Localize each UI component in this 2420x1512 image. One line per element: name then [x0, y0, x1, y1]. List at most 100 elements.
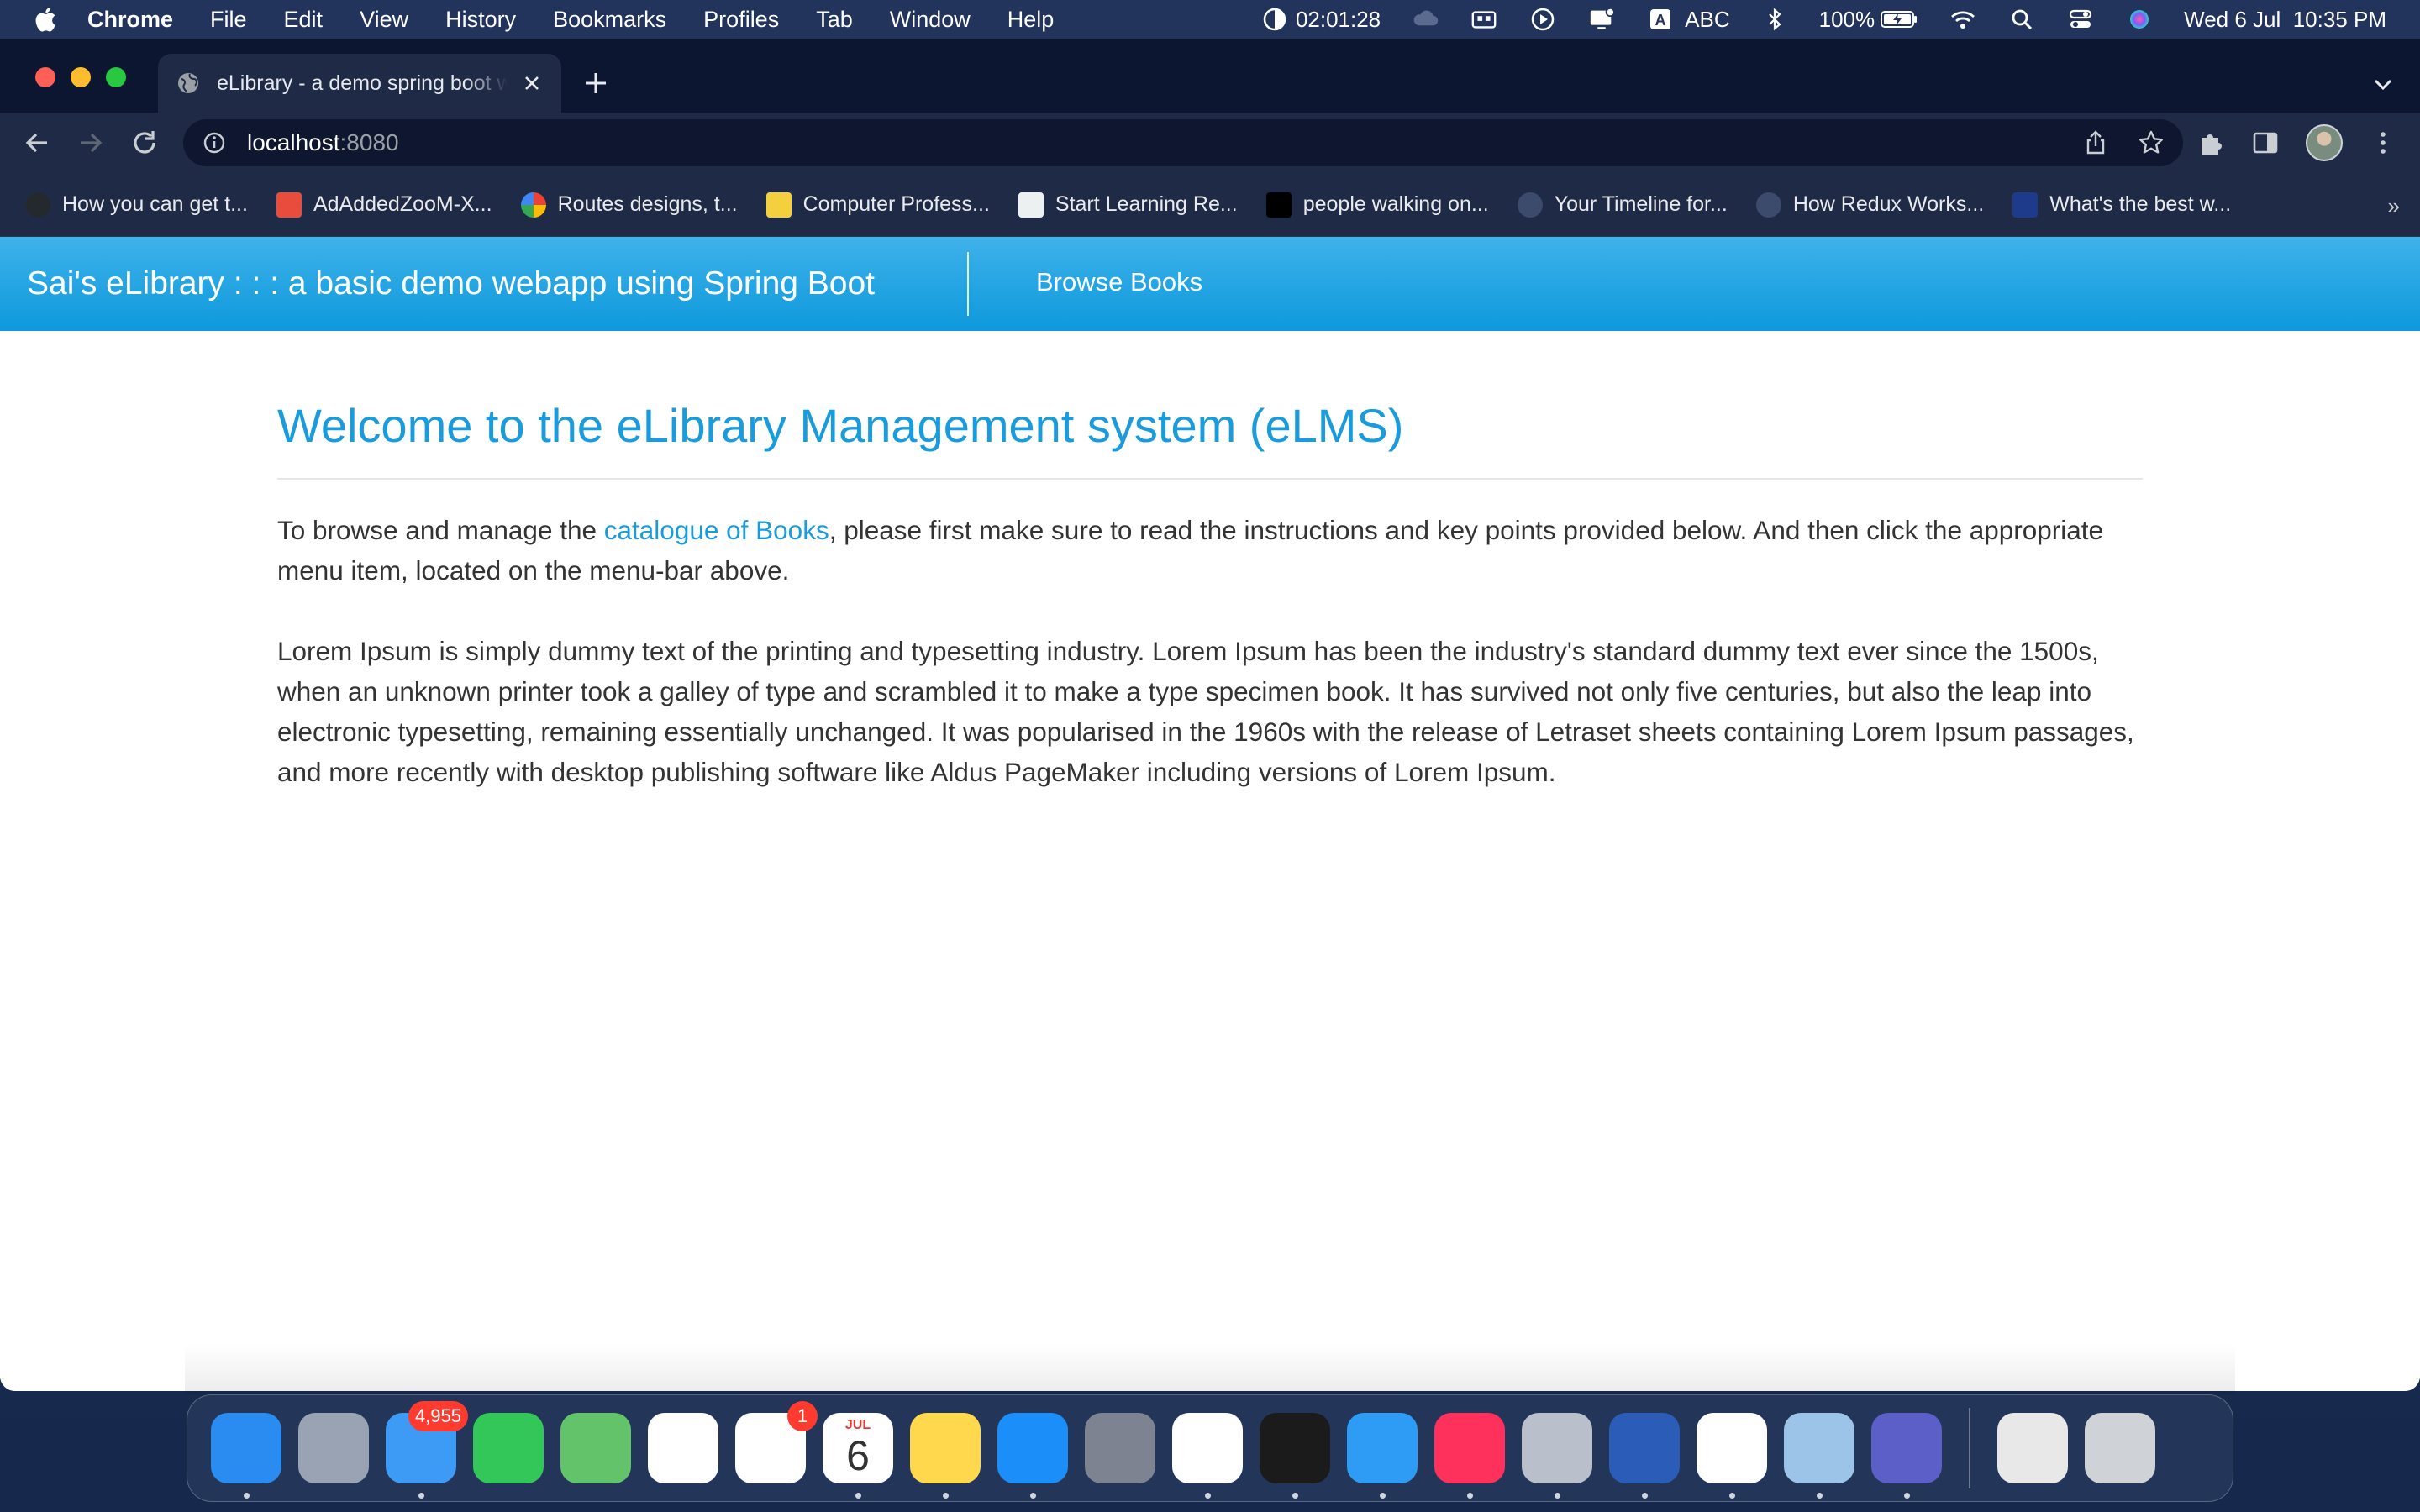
bookmark-item[interactable]: What's the best w... [2012, 192, 2231, 218]
tab-elibrary[interactable]: eLibrary - a demo spring boot w [158, 54, 561, 113]
apple-logo-icon[interactable] [32, 5, 57, 34]
browser-toolbar: localhost:8080 [0, 113, 2420, 173]
intellij-icon[interactable] [1434, 1413, 1505, 1499]
bookmark-item[interactable]: Routes designs, t... [520, 192, 738, 218]
bookmark-item[interactable]: AdAddedZooM-X... [276, 192, 492, 218]
finder-icon[interactable] [211, 1413, 281, 1499]
minimize-window-button[interactable] [71, 67, 91, 87]
site-brand-link[interactable]: Sai's eLibrary : : : a basic demo webapp… [27, 265, 875, 302]
menu-edit[interactable]: Edit [284, 7, 324, 33]
notes-icon[interactable] [910, 1413, 981, 1499]
bookmark-favicon [2012, 192, 2039, 218]
screen-recorder-icon[interactable] [1470, 7, 1498, 32]
share-icon[interactable] [2082, 129, 2109, 156]
siri-icon[interactable] [2125, 7, 2154, 32]
mail-icon[interactable]: 4,955 [386, 1401, 468, 1499]
launchpad-icon[interactable] [298, 1413, 369, 1483]
lorem-paragraph: Lorem Ipsum is simply dummy text of the … [277, 636, 2134, 787]
wifi-icon[interactable] [1949, 7, 1977, 32]
notification-display-icon[interactable] [1587, 7, 1616, 32]
cloud-icon[interactable] [1411, 7, 1439, 32]
input-source-label[interactable]: ABC [1685, 7, 1729, 33]
address-bar[interactable]: localhost:8080 [183, 119, 2183, 166]
menu-app-chrome[interactable]: Chrome [87, 7, 173, 33]
app-store-icon[interactable] [997, 1413, 1068, 1499]
globe-icon [178, 73, 198, 93]
reload-button[interactable] [128, 126, 161, 160]
reminders-icon[interactable]: 1 [735, 1401, 818, 1483]
menu-bookmarks[interactable]: Bookmarks [553, 7, 666, 33]
photos-icon[interactable] [648, 1413, 718, 1483]
zoom-window-button[interactable] [106, 67, 126, 87]
bookmarks-overflow-button[interactable]: » [2388, 193, 2400, 219]
menu-profiles[interactable]: Profiles [703, 7, 779, 33]
url-port: :8080 [339, 129, 399, 155]
menu-help[interactable]: Help [1007, 7, 1055, 33]
bookmark-label: How you can get t... [62, 192, 248, 216]
profile-avatar[interactable] [2306, 124, 2343, 161]
trash-icon[interactable] [2085, 1413, 2155, 1483]
date-time[interactable]: Wed 6 Jul 10:35 PM [2184, 7, 2386, 33]
tab-search-chevron-icon[interactable] [2371, 72, 2395, 96]
bookmark-label: How Redux Works... [1792, 192, 1985, 216]
control-center-icon[interactable] [2066, 7, 2095, 32]
calendar-icon[interactable]: JUL 6 [823, 1413, 893, 1499]
bookmark-star-icon[interactable] [2138, 129, 2165, 156]
timer-icon[interactable] [1260, 7, 1289, 32]
bluetooth-icon[interactable] [1760, 7, 1789, 32]
menu-history[interactable]: History [445, 7, 516, 33]
running-indicator [1642, 1493, 1648, 1499]
bookmark-item[interactable]: Start Learning Re... [1018, 192, 1238, 218]
chrome-icon[interactable] [1697, 1413, 1767, 1499]
battery-charging-icon[interactable] [1880, 7, 1918, 32]
bookmark-label: AdAddedZooM-X... [313, 192, 492, 216]
close-tab-icon[interactable] [521, 72, 543, 94]
preview-icon[interactable] [1784, 1413, 1854, 1499]
input-source-icon[interactable]: A [1646, 7, 1675, 32]
maps-icon[interactable] [560, 1413, 631, 1483]
back-button[interactable] [20, 126, 54, 160]
menu-window[interactable]: Window [890, 7, 971, 33]
system-preferences-icon[interactable] [1085, 1413, 1155, 1483]
bookmark-label: Your Timeline for... [1554, 192, 1728, 216]
site-info-icon[interactable] [202, 130, 227, 155]
teams-icon[interactable] [1871, 1413, 1942, 1499]
vscode-icon[interactable] [1172, 1413, 1243, 1499]
spotlight-search-icon[interactable] [2007, 7, 2036, 32]
documents-stack-icon[interactable] [1997, 1413, 2068, 1483]
facetime-icon[interactable] [473, 1413, 544, 1483]
bookmark-label: Computer Profess... [802, 192, 990, 216]
timer-readout[interactable]: 02:01:28 [1296, 7, 1381, 33]
new-tab-plus-icon[interactable] [581, 69, 610, 97]
bookmark-item[interactable]: How Redux Works... [1755, 192, 1985, 218]
nav-browse-books-link[interactable]: Browse Books [1036, 267, 1202, 297]
safari-icon[interactable] [1347, 1413, 1418, 1499]
bookmark-item[interactable]: Your Timeline for... [1517, 192, 1728, 218]
close-window-button[interactable] [35, 67, 55, 87]
menu-tab[interactable]: Tab [816, 7, 853, 33]
running-indicator [1205, 1493, 1211, 1499]
battery-percentage[interactable]: 100% [1819, 7, 1876, 33]
more-menu-icon[interactable] [2368, 128, 2398, 158]
menu-view[interactable]: View [360, 7, 408, 33]
web-page: Sai's eLibrary : : : a basic demo webapp… [0, 237, 2420, 1391]
forward-button[interactable] [74, 126, 108, 160]
dc-icon [1755, 192, 1781, 218]
bookmark-item[interactable]: people walking on... [1265, 192, 1489, 218]
side-panel-icon[interactable] [2250, 128, 2281, 158]
word-icon[interactable] [1609, 1413, 1680, 1499]
play-icon[interactable] [1528, 7, 1557, 32]
running-indicator [418, 1493, 424, 1499]
extensions-puzzle-icon[interactable] [2195, 128, 2225, 158]
notification-badge: 1 [787, 1401, 818, 1431]
running-indicator [1467, 1493, 1473, 1499]
bookmark-item[interactable]: Computer Profess... [765, 192, 990, 218]
url-host: localhost [247, 129, 340, 155]
menu-file[interactable]: File [210, 7, 247, 33]
bookmark-label: What's the best w... [2049, 192, 2232, 216]
settings-gear-icon[interactable] [1522, 1413, 1592, 1499]
catalogue-of-books-link[interactable]: catalogue of Books [604, 515, 829, 545]
terminal-icon[interactable] [1260, 1413, 1330, 1499]
bookmark-item[interactable]: How you can get t... [25, 192, 248, 218]
window-shadow [185, 1344, 2235, 1394]
